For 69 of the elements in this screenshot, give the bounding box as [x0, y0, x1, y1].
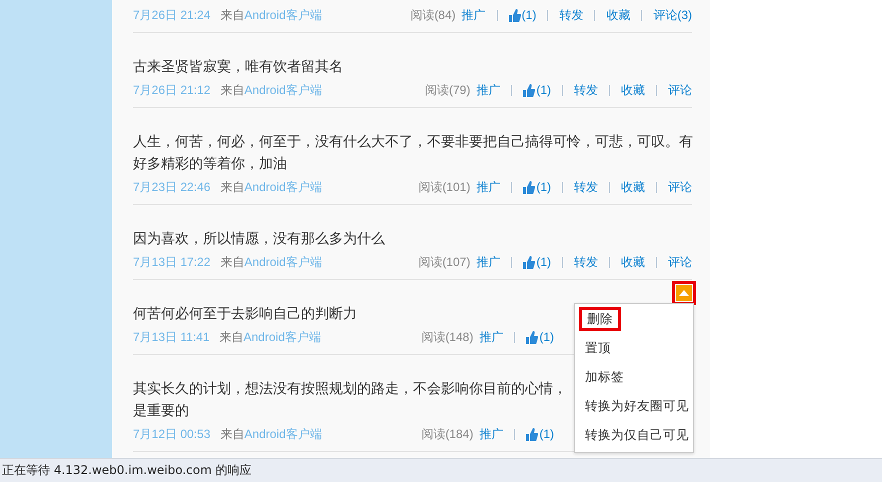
- post-text: 其实长久的计划，想法没有按照规划的路走，不会影响你目前的心情，: [133, 380, 567, 399]
- action-link[interactable]: 评论(3): [653, 6, 692, 24]
- thumbs-up-icon: [526, 428, 538, 440]
- status-bar: 正在等待 4.132.web0.im.weibo.com 的响应: [0, 458, 882, 482]
- post-date[interactable]: 7月26日 21:24: [133, 6, 210, 24]
- caret-icon: [679, 290, 689, 296]
- action-link[interactable]: 转发: [559, 6, 584, 24]
- source-link[interactable]: Android客户端: [244, 427, 322, 441]
- thumbs-up-icon: [523, 180, 536, 194]
- post-text: 因为喜欢，所以情愿，没有那么多为什么: [133, 230, 385, 249]
- post-source: 来自Android客户端: [220, 426, 322, 443]
- post-text: 何苦何必何至于去影响自己的判断力: [133, 305, 357, 324]
- source-link[interactable]: Android客户端: [244, 8, 322, 22]
- action-link[interactable]: 转发: [574, 178, 598, 196]
- like-link[interactable]: (1): [523, 178, 551, 196]
- like-link[interactable]: (1): [508, 6, 536, 24]
- action-link[interactable]: 转发: [574, 81, 598, 99]
- action-link[interactable]: 推广: [476, 253, 500, 271]
- post-text: 人生，何苦，何必，何至于，没有什么大不了，不要非要把自己搞得可怜，可悲，可叹。有: [133, 133, 693, 152]
- post-source: 来自Android客户端: [220, 7, 322, 24]
- read-count: 阅读(107): [418, 254, 470, 271]
- menu-toggle-button[interactable]: [672, 281, 696, 305]
- action-link[interactable]: 收藏: [621, 253, 645, 271]
- read-count: 阅读(148): [421, 329, 474, 346]
- read-count: 阅读(101): [418, 179, 470, 196]
- read-count: 阅读(84): [410, 7, 456, 24]
- read-count: 阅读(184): [421, 426, 474, 443]
- like-link[interactable]: (1): [523, 253, 551, 271]
- source-link[interactable]: Android客户端: [244, 330, 321, 344]
- like-link[interactable]: (1): [526, 425, 554, 443]
- action-link[interactable]: 推广: [479, 425, 504, 443]
- source-link[interactable]: Android客户端: [244, 255, 322, 269]
- post-text: 古来圣贤皆寂寞，唯有饮者留其名: [133, 58, 343, 77]
- like-link[interactable]: (1): [523, 81, 551, 99]
- action-link[interactable]: 推广: [476, 81, 500, 99]
- like-link[interactable]: (1): [526, 328, 554, 346]
- post-text: 是重要的: [133, 402, 189, 421]
- menu-item[interactable]: 转换为好友圈可见: [579, 391, 695, 420]
- post-date[interactable]: 7月13日 11:41: [133, 328, 210, 346]
- thumbs-up-icon: [523, 256, 536, 268]
- thumbs-up-icon: [523, 84, 536, 96]
- action-link[interactable]: 评论: [668, 253, 692, 271]
- menu-item[interactable]: 转换为仅自己可见: [579, 420, 695, 449]
- post-date[interactable]: 7月26日 21:12: [133, 81, 210, 99]
- read-count: 阅读(79): [424, 82, 470, 99]
- action-link[interactable]: 评论: [668, 178, 692, 196]
- post-date[interactable]: 7月13日 17:22: [133, 253, 210, 271]
- action-link[interactable]: 收藏: [606, 6, 630, 24]
- action-link[interactable]: 收藏: [621, 81, 645, 99]
- action-link[interactable]: 收藏: [621, 178, 645, 196]
- post-source: 来自Android客户端: [220, 82, 322, 99]
- menu-item[interactable]: 加标签: [579, 362, 630, 391]
- action-link[interactable]: 推广: [462, 6, 486, 24]
- post-source: 来自Android客户端: [220, 179, 322, 196]
- action-link[interactable]: 评论: [668, 81, 692, 99]
- action-link[interactable]: 推广: [479, 328, 504, 346]
- source-link[interactable]: Android客户端: [244, 83, 322, 97]
- source-link[interactable]: Android客户端: [244, 180, 322, 194]
- thumbs-up-icon: [508, 8, 521, 22]
- post-date[interactable]: 7月12日 00:53: [133, 425, 210, 443]
- post-text: 好多精彩的等着你，加油: [133, 155, 287, 174]
- menu-item[interactable]: 删除: [579, 307, 621, 331]
- post-date[interactable]: 7月23日 22:46: [133, 178, 210, 196]
- thumbs-up-icon: [526, 330, 538, 344]
- menu-item[interactable]: 置顶: [579, 333, 617, 362]
- action-link[interactable]: 推广: [476, 178, 500, 196]
- post-source: 来自Android客户端: [220, 329, 321, 346]
- action-link[interactable]: 转发: [574, 253, 598, 271]
- post-source: 来自Android客户端: [220, 254, 322, 271]
